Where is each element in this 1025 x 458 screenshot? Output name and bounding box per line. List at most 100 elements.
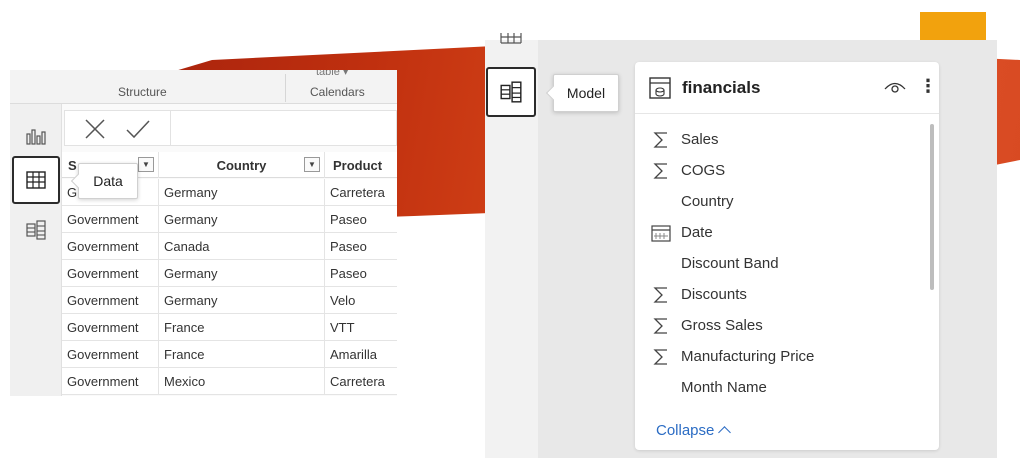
field-item[interactable]: Month Name	[635, 374, 939, 402]
view-switcher-rail	[485, 33, 538, 458]
visibility-toggle-button[interactable]	[884, 79, 906, 100]
cancel-formula-button[interactable]	[83, 117, 107, 146]
eye-icon	[884, 82, 906, 93]
filter-dropdown-button[interactable]: ▼	[304, 157, 320, 172]
table-cell[interactable]: France	[159, 341, 325, 368]
table-cell[interactable]: Government	[62, 287, 159, 314]
table-cell[interactable]: Carretera	[325, 179, 397, 206]
table-cell[interactable]: Government	[62, 260, 159, 287]
table-cell[interactable]: Paseo	[325, 206, 397, 233]
ribbon: table ▾ Structure Calendars	[10, 70, 397, 104]
collapse-label: Collapse	[656, 422, 715, 439]
table-cell[interactable]: Government	[62, 368, 159, 395]
table-card-header: financials ⋮	[635, 62, 939, 114]
field-label: Sales	[681, 131, 719, 148]
field-item[interactable]: Discounts	[635, 281, 939, 309]
column-header-country[interactable]: Country ▼	[159, 152, 325, 178]
data-view-button[interactable]	[12, 156, 60, 204]
table-row[interactable]: Government France Amarilla	[62, 341, 397, 368]
ribbon-separator	[285, 74, 286, 102]
model-view-button[interactable]	[12, 206, 60, 254]
table-cell[interactable]: Germany	[159, 260, 325, 287]
field-item[interactable]: Manufacturing Price	[635, 343, 939, 371]
tooltip-label: Model	[566, 85, 606, 101]
vertical-scrollbar[interactable]	[930, 124, 934, 290]
table-title: financials	[682, 78, 761, 97]
table-cell[interactable]: Velo	[325, 287, 397, 314]
data-view-panel: table ▾ Structure Calendars S ▼ Country …	[10, 70, 397, 396]
table-cell[interactable]: Government	[62, 341, 159, 368]
data-view-icon	[500, 33, 522, 44]
ribbon-peek-label: table ▾	[316, 70, 349, 78]
table-row[interactable]: Government Mexico Carretera	[62, 368, 397, 395]
table-cell[interactable]: Mexico	[159, 368, 325, 395]
more-vertical-icon: ⋮	[919, 76, 937, 96]
table-cell[interactable]: VTT	[325, 314, 397, 341]
field-label: Country	[681, 193, 734, 210]
sigma-icon	[650, 160, 672, 182]
table-row[interactable]: Government Germany Paseo	[62, 206, 397, 233]
field-item[interactable]: Discount Band	[635, 250, 939, 278]
table-cell[interactable]: Canada	[159, 233, 325, 260]
field-item[interactable]: Sales	[635, 126, 939, 154]
table-cell[interactable]: Government	[62, 233, 159, 260]
filter-dropdown-button[interactable]: ▼	[138, 157, 154, 172]
data-view-button[interactable]	[499, 32, 523, 50]
report-view-icon	[26, 129, 46, 145]
field-label: Month Name	[681, 379, 767, 396]
data-view-tooltip: Data	[70, 163, 138, 199]
model-view-icon	[500, 81, 522, 103]
cell-text: G	[67, 185, 78, 200]
field-label: Discount Band	[681, 255, 779, 272]
table-row[interactable]: Government Canada Paseo	[62, 233, 397, 260]
slide-canvas: table ▾ Structure Calendars S ▼ Country …	[0, 0, 1025, 458]
tooltip-label: Data	[93, 173, 123, 189]
column-header-label: S	[68, 157, 77, 173]
field-item[interactable]: Gross Sales	[635, 312, 939, 340]
table-cell[interactable]: Germany	[159, 287, 325, 314]
field-label: Discounts	[681, 286, 747, 303]
field-label: COGS	[681, 162, 726, 179]
field-label: Manufacturing Price	[681, 348, 815, 365]
field-label: Gross Sales	[681, 317, 763, 334]
sigma-icon	[650, 346, 672, 368]
table-row[interactable]: Government France VTT	[62, 314, 397, 341]
table-cell[interactable]: Amarilla	[325, 341, 397, 368]
table-cell[interactable]: Germany	[159, 206, 325, 233]
table-cell[interactable]: Paseo	[325, 233, 397, 260]
table-cell[interactable]: Government	[62, 314, 159, 341]
table-card-financials[interactable]: financials ⋮ Sales COGS Country Date Dis…	[635, 62, 939, 450]
column-header-label: Country	[216, 157, 267, 173]
field-label: Date	[681, 224, 713, 241]
sigma-icon	[650, 284, 672, 306]
calendar-icon	[650, 222, 672, 244]
formula-bar	[64, 110, 397, 146]
chevron-down-icon: ▼	[308, 160, 316, 169]
model-view-panel: Model financials ⋮ Sales COGS Country Da…	[485, 33, 997, 458]
table-row[interactable]: Government Germany Velo	[62, 287, 397, 314]
table-cell[interactable]: Paseo	[325, 260, 397, 287]
tooltip-notch	[545, 85, 561, 101]
collapse-button[interactable]: Collapse	[656, 422, 732, 439]
field-item[interactable]: Country	[635, 188, 939, 216]
table-icon	[648, 76, 672, 105]
close-icon	[85, 119, 105, 139]
field-item[interactable]: COGS	[635, 157, 939, 185]
formula-bar-divider	[170, 111, 171, 145]
column-header-product[interactable]: Product	[325, 152, 397, 178]
report-view-button[interactable]	[12, 112, 60, 160]
column-header-label: Product	[333, 157, 383, 173]
table-cell[interactable]: Government	[62, 206, 159, 233]
sigma-icon	[650, 315, 672, 337]
table-cell[interactable]: Carretera	[325, 368, 397, 395]
data-view-icon	[26, 171, 46, 189]
table-cell[interactable]: Germany	[159, 179, 325, 206]
field-item[interactable]: Date	[635, 219, 939, 247]
table-row[interactable]: Government Germany Paseo	[62, 260, 397, 287]
sigma-icon	[650, 129, 672, 151]
more-options-button[interactable]: ⋮	[919, 76, 937, 97]
model-view-button[interactable]	[486, 67, 536, 117]
table-cell[interactable]: France	[159, 314, 325, 341]
ribbon-group-structure: Structure	[118, 85, 167, 99]
commit-formula-button[interactable]	[125, 118, 151, 145]
